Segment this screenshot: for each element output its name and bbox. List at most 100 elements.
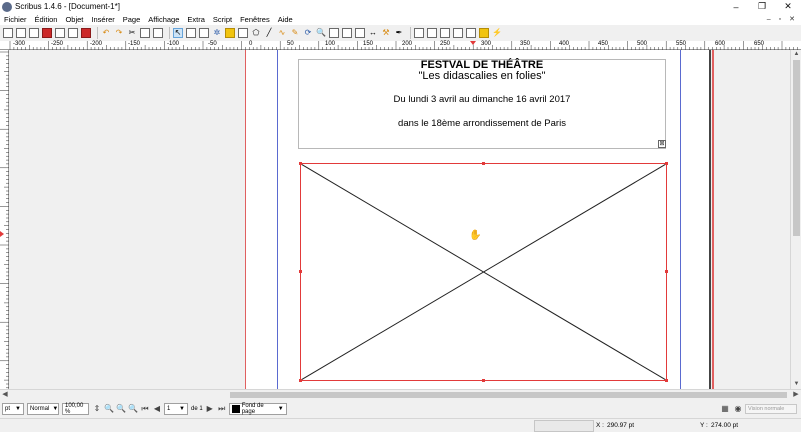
pdf-button-icon[interactable] [414, 28, 424, 38]
text-frame-tool-icon[interactable] [186, 28, 196, 38]
link-frames-icon[interactable] [342, 28, 352, 38]
copy-icon[interactable] [140, 28, 150, 38]
ruler-label: 50 [287, 41, 294, 47]
menu-extra[interactable]: Extra [183, 15, 209, 24]
shape-tool-icon[interactable] [238, 28, 248, 38]
ruler-label: 350 [520, 41, 531, 47]
zoom-out-icon[interactable]: 🔍 [104, 404, 114, 414]
layer-value: Fond de page [241, 402, 264, 415]
scroll-down-arrow-icon[interactable]: ▼ [791, 380, 801, 389]
maximize-button[interactable]: ❐ [749, 0, 775, 13]
resize-handle-bottom-right[interactable] [665, 379, 668, 382]
horizontal-ruler[interactable]: -300 -250 -200 -150 -100 -50 0 50 100 15… [0, 41, 801, 50]
pdf-text-field-icon[interactable] [427, 28, 437, 38]
first-page-icon[interactable]: ⏮ [140, 404, 150, 414]
color-management-icon[interactable]: ▦ [720, 403, 730, 413]
open-document-icon[interactable] [16, 28, 26, 38]
resize-handle-right[interactable] [665, 270, 668, 273]
vertical-scroll-thumb[interactable] [793, 60, 800, 236]
resize-handle-top-right[interactable] [665, 162, 668, 165]
menu-page[interactable]: Page [119, 15, 145, 24]
doc-minimize-button[interactable]: – [767, 16, 771, 23]
page-select[interactable]: 1 ▼ [164, 402, 188, 415]
menu-affichage[interactable]: Affichage [144, 15, 183, 24]
resize-handle-top-left[interactable] [299, 162, 302, 165]
pdf-link-icon[interactable]: ⚡ [492, 28, 502, 38]
pdf-combobox-icon[interactable] [453, 28, 463, 38]
freehand-tool-icon[interactable]: ✎ [290, 28, 300, 38]
pdf-listbox-icon[interactable] [466, 28, 476, 38]
empty-image-frame[interactable]: ✋ [299, 162, 668, 382]
polygon-tool-icon[interactable]: ⬠ [251, 28, 261, 38]
x-coord-value: 290.97 pt [607, 422, 635, 429]
menu-inserer[interactable]: Insérer [87, 15, 118, 24]
menu-script[interactable]: Script [209, 15, 236, 24]
doc-close-button[interactable]: ✕ [789, 15, 795, 23]
doc-restore-button[interactable]: ▫ [779, 16, 781, 23]
document-canvas[interactable]: FESTVAL DE THÉÂTRE "Les didascalies en f… [9, 50, 790, 389]
zoom-input[interactable]: 100,00 % [62, 402, 89, 415]
preview-eye-icon[interactable]: ◉ [733, 403, 743, 413]
scroll-up-arrow-icon[interactable]: ▲ [791, 50, 801, 59]
menu-objet[interactable]: Objet [61, 15, 87, 24]
next-page-icon[interactable]: ▶ [205, 404, 215, 414]
paste-icon[interactable] [153, 28, 163, 38]
text-overflow-icon[interactable]: ⊠ [658, 140, 666, 148]
cut-icon[interactable]: ✂ [127, 28, 137, 38]
ruler-label: 550 [676, 41, 687, 47]
text-frame[interactable]: FESTVAL DE THÉÂTRE "Les didascalies en f… [298, 59, 666, 149]
zoom-100-icon[interactable]: 🔍 [116, 404, 126, 414]
document-window-controls: – ▫ ✕ [767, 13, 795, 25]
minimize-button[interactable]: – [723, 0, 749, 13]
menu-fichier[interactable]: Fichier [0, 15, 31, 24]
eyedropper-icon[interactable]: ✒ [394, 28, 404, 38]
select-tool-icon[interactable]: ↖ [173, 28, 183, 38]
redo-icon[interactable]: ↷ [114, 28, 124, 38]
edit-contents-icon[interactable] [329, 28, 339, 38]
layer-select[interactable]: Fond de page ▼ [228, 402, 287, 415]
line-tool-icon[interactable]: ╱ [264, 28, 274, 38]
copy-properties-icon[interactable]: ⚒ [381, 28, 391, 38]
preflight-icon[interactable] [68, 28, 78, 38]
menu-fenetres[interactable]: Fenêtres [236, 15, 274, 24]
zoom-in-icon[interactable]: 🔍 [128, 404, 138, 414]
render-frame-tool-icon[interactable]: ✲ [212, 28, 222, 38]
menu-aide[interactable]: Aide [274, 15, 297, 24]
resize-handle-bottom-left[interactable] [299, 379, 302, 382]
quality-select[interactable]: Normal ▼ [27, 402, 59, 415]
table-tool-icon[interactable] [225, 28, 235, 38]
unlink-frames-icon[interactable] [355, 28, 365, 38]
image-frame-tool-icon[interactable] [199, 28, 209, 38]
resize-handle-bottom[interactable] [482, 379, 485, 382]
pdf-annotation-icon[interactable] [479, 28, 489, 38]
menu-edition[interactable]: Édition [31, 15, 62, 24]
resize-handle-left[interactable] [299, 270, 302, 273]
horizontal-scroll-thumb[interactable] [230, 392, 787, 398]
vertical-ruler-ticks [0, 51, 9, 389]
horizontal-scrollbar[interactable]: ◀ ▶ [0, 389, 801, 399]
chevron-down-icon: ▼ [52, 405, 59, 412]
unit-select[interactable]: pt ▼ [2, 402, 24, 415]
pdf-checkbox-icon[interactable] [440, 28, 450, 38]
toolbar-separator [97, 27, 98, 39]
vertical-scrollbar[interactable]: ▲ ▼ [790, 50, 801, 389]
measure-tool-icon[interactable]: ↔ [368, 28, 378, 38]
zoom-stepper-icon[interactable]: ⇕ [92, 404, 102, 414]
layer-color-swatch [231, 404, 240, 413]
export-pdf-icon[interactable] [81, 28, 91, 38]
main-toolbar: ↶ ↷ ✂ ↖ ✲ ⬠ ╱ ∿ ✎ ⟳ 🔍 ↔ ⚒ ✒ ⚡ [0, 25, 801, 41]
undo-icon[interactable]: ↶ [101, 28, 111, 38]
close-button[interactable]: ✕ [775, 0, 801, 13]
new-document-icon[interactable] [3, 28, 13, 38]
view-mode-select[interactable]: Vision normale [745, 404, 797, 414]
close-document-icon[interactable] [42, 28, 52, 38]
print-icon[interactable] [55, 28, 65, 38]
bezier-tool-icon[interactable]: ∿ [277, 28, 287, 38]
zoom-tool-icon[interactable]: 🔍 [316, 28, 326, 38]
last-page-icon[interactable]: ⏭ [217, 404, 227, 414]
previous-page-icon[interactable]: ◀ [152, 404, 162, 414]
vertical-ruler[interactable] [0, 50, 9, 389]
rotate-tool-icon[interactable]: ⟳ [303, 28, 313, 38]
resize-handle-top[interactable] [482, 162, 485, 165]
save-document-icon[interactable] [29, 28, 39, 38]
